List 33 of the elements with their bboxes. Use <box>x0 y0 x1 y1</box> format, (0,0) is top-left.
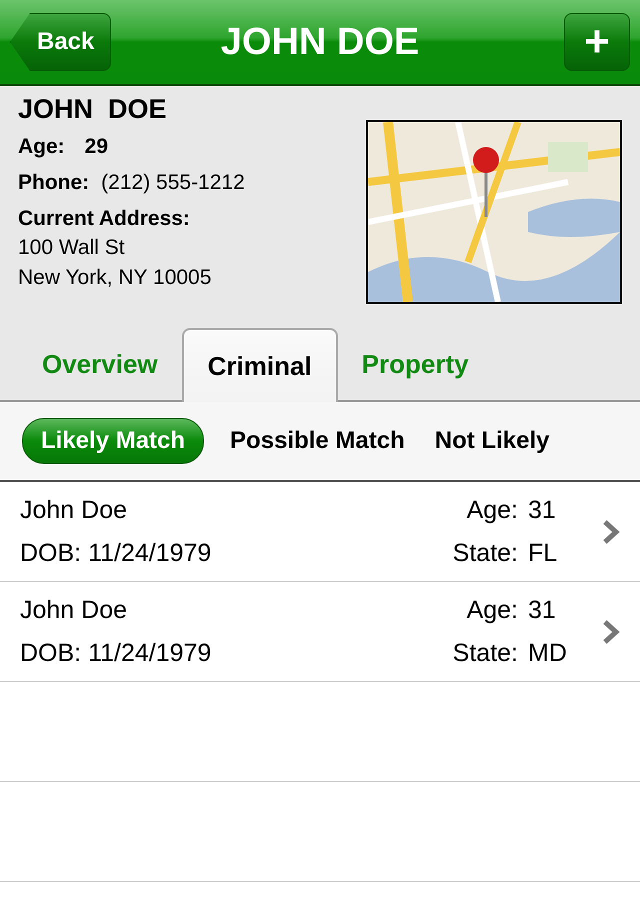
result-dob: DOB: 11/24/1979 <box>20 638 212 668</box>
address-line: 100 Wall St <box>18 235 126 261</box>
state-value: MD <box>528 638 568 668</box>
state-label: State: <box>452 538 518 568</box>
age-value: 29 <box>84 135 108 159</box>
state-value: FL <box>528 538 558 568</box>
filter-segment[interactable]: Likely Match <box>22 418 204 464</box>
age-label: Age: <box>466 596 518 624</box>
age-label: Age: <box>466 496 518 524</box>
result-dob: DOB: 11/24/1979 <box>20 538 212 568</box>
filter-segment[interactable]: Not Likely <box>430 421 554 461</box>
tab[interactable]: Property <box>338 328 493 400</box>
back-button[interactable]: Back <box>10 13 112 71</box>
add-button[interactable]: + <box>564 13 630 71</box>
chevron-icon <box>602 618 620 644</box>
address-line: New York, NY 10005 <box>18 265 212 291</box>
result-name: John Doe <box>20 596 128 624</box>
phone-value: (212) 555-1212 <box>101 171 245 195</box>
tab[interactable]: Criminal <box>182 328 338 402</box>
age-label: Age: <box>18 135 65 159</box>
phone-label: Phone: <box>18 171 90 195</box>
state-label: State: <box>452 638 518 668</box>
result-row[interactable]: John Doe DOB: 11/24/1979 Age: 31 State: FL <box>0 482 640 582</box>
filter-segment[interactable]: Possible Match <box>226 421 409 461</box>
age-value: 31 <box>528 496 557 524</box>
result-name: John Doe <box>20 496 128 524</box>
person-name: JOHN DOE <box>18 94 168 125</box>
age-value: 31 <box>528 596 557 624</box>
chevron-icon <box>602 518 620 544</box>
result-row[interactable]: John Doe DOB: 11/24/1979 Age: 31 State: MD <box>0 582 640 682</box>
tab[interactable]: Overview <box>18 328 182 400</box>
nav-title: JOHN DOE <box>220 20 420 62</box>
address-label: Current Address: <box>18 207 191 231</box>
